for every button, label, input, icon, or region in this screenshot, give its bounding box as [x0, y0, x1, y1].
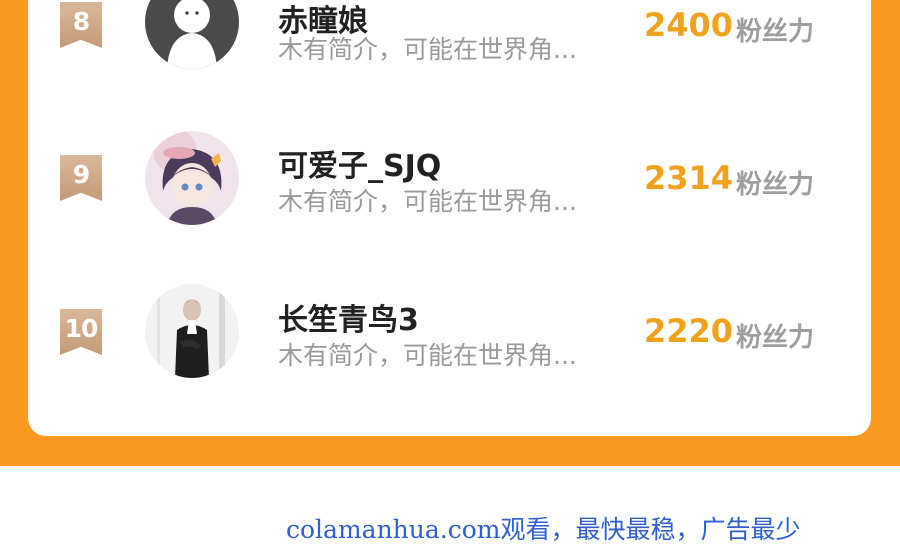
- rank-badge: 9: [60, 155, 102, 201]
- rank-badge: 8: [60, 2, 102, 48]
- fans-count: 2314: [644, 159, 734, 197]
- user-bio: 木有简介，可能在世界角...: [278, 187, 577, 216]
- site-watermark: colamanhua.com观看，最快最稳，广告最少: [286, 515, 801, 544]
- leaderboard-row[interactable]: 9 可爱子_SJQ 木有简介，可能在世界角... 2314 粉丝力: [28, 125, 871, 235]
- fans-unit-label: 粉丝力: [736, 323, 815, 353]
- user-bio: 木有简介，可能在世界角...: [278, 35, 577, 64]
- leaderboard-row[interactable]: 10 长笙青鸟3 木有简介，可能在世界角... 2220 粉丝力: [28, 279, 871, 389]
- fans-count: 2400: [644, 6, 734, 44]
- fans-count: 2220: [644, 312, 734, 350]
- leaderboard-row[interactable]: 8 赤瞳娘 木有简介，可能在世界角... 2400 粉丝力: [28, 0, 871, 82]
- rank-badge: 10: [60, 309, 102, 355]
- user-bio: 木有简介，可能在世界角...: [278, 341, 577, 370]
- user-avatar[interactable]: [145, 0, 239, 69]
- user-avatar[interactable]: [145, 131, 239, 225]
- leaderboard-card: 8 赤瞳娘 木有简介，可能在世界角... 2400 粉丝力 9 可爱子_SJQ …: [28, 0, 871, 436]
- fans-unit-label: 粉丝力: [736, 17, 815, 47]
- fans-unit-label: 粉丝力: [736, 170, 815, 200]
- user-avatar[interactable]: [145, 284, 239, 378]
- user-name[interactable]: 长笙青鸟3: [278, 295, 419, 339]
- user-name[interactable]: 可爱子_SJQ: [278, 141, 441, 185]
